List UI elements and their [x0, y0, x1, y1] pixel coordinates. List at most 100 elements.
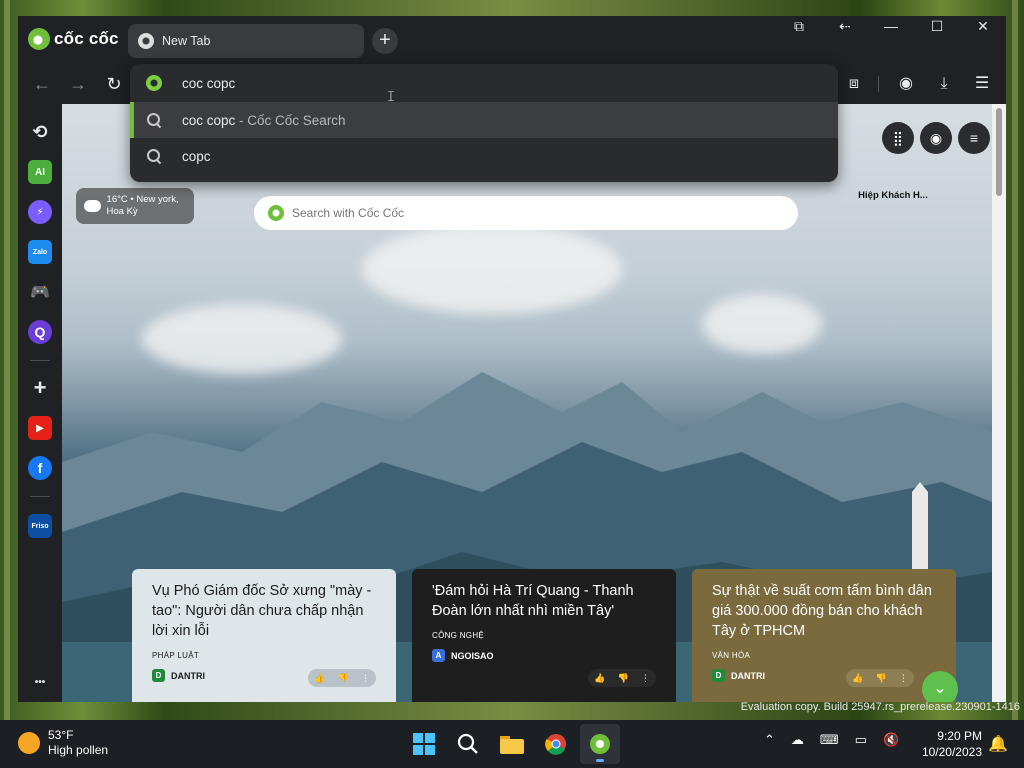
display-icon[interactable]: ▭	[855, 732, 867, 748]
taskbar-clock[interactable]: 9:20 PM 10/20/2023	[906, 728, 982, 760]
like-icon[interactable]: 👍	[594, 673, 605, 684]
news-card-title[interactable]: Sự thật về suất cơm tấm bình dân giá 300…	[712, 581, 936, 641]
address-bar-input[interactable]	[182, 75, 782, 91]
volume-muted-icon[interactable]: 🔇	[883, 732, 899, 748]
maximize-button[interactable]: ☐	[914, 16, 960, 36]
omnibox-suggestion[interactable]: copc	[130, 138, 838, 174]
chrome-button[interactable]	[536, 724, 576, 764]
desktop-wallpaper	[4, 0, 10, 720]
news-card-category: CÔNG NGHỆ	[432, 631, 485, 640]
newtab-search-box[interactable]	[254, 196, 798, 230]
title-bar: cốc cốc New Tab + ⧉ ⇠ — ☐ ✕	[18, 16, 1006, 64]
chevron-up-icon[interactable]: ⌃	[764, 732, 775, 748]
youtube-icon[interactable]: ▶	[28, 416, 52, 440]
coccoc-search-icon	[268, 205, 284, 221]
news-card[interactable]: Sự thật về suất cơm tấm bình dân giá 300…	[692, 569, 956, 702]
text-cursor-icon: 𝙸	[386, 88, 396, 104]
like-icon[interactable]: 👍	[852, 673, 863, 684]
search-icon	[146, 148, 162, 164]
dislike-icon[interactable]: 👎	[618, 673, 629, 684]
ngoisao-icon: A	[432, 649, 445, 662]
start-button[interactable]	[404, 724, 444, 764]
q-app-icon[interactable]: Q	[28, 320, 52, 344]
messenger-icon[interactable]: ⚡	[28, 200, 52, 224]
news-card-category: VĂN HÓA	[712, 651, 751, 660]
onedrive-icon[interactable]: ☁	[791, 732, 804, 748]
profile-label[interactable]: Hiệp Khách H...	[838, 190, 948, 201]
reload-button[interactable]: ↻	[100, 72, 128, 96]
logo-text: cốc cốc	[54, 29, 119, 48]
apps-grid-icon[interactable]: ⣿	[882, 122, 914, 154]
news-card-title[interactable]: Vụ Phó Giám đốc Sở xưng "mày - tao": Ngư…	[152, 581, 376, 641]
news-source-name: NGOISAO	[451, 650, 494, 661]
news-card-source: A NGOISAO	[432, 649, 656, 662]
kebab-menu-icon[interactable]: ⋮	[899, 673, 908, 684]
news-card[interactable]: 'Đám hỏi Hà Trí Quang - Thanh Đoàn lớn n…	[412, 569, 676, 702]
games-icon[interactable]: 🎮	[28, 280, 52, 304]
kebab-menu-icon[interactable]: ⋮	[641, 673, 650, 684]
like-icon[interactable]: 👍	[314, 673, 325, 684]
coccoc-taskbar-button[interactable]	[580, 724, 620, 764]
sidebar: ⟲ AI ⚡ Zalo 🎮 Q + ▶ f Friso •••	[18, 104, 62, 702]
zalo-icon[interactable]: Zalo	[28, 240, 52, 264]
account-icon[interactable]: ◉	[920, 122, 952, 154]
system-tray: ⌃ ☁ ⌨ ▭ 🔇	[764, 732, 899, 748]
omnibox-dropdown: 𝙸 coc copc - Cốc Cốc Search copc	[130, 64, 838, 182]
close-button[interactable]: ✕	[960, 16, 1006, 36]
coccoc-logo[interactable]: cốc cốc	[28, 28, 119, 50]
more-icon[interactable]: •••	[28, 670, 52, 694]
screenshot-icon[interactable]: ⧉	[776, 16, 822, 36]
news-source-name: DANTRI	[171, 670, 205, 681]
clock-time: 9:20 PM	[937, 729, 982, 743]
coccoc-omnibox-icon	[146, 75, 162, 91]
dislike-icon[interactable]: 👎	[876, 673, 887, 684]
profile-icon[interactable]: ◉	[892, 72, 920, 96]
scroll-down-button[interactable]: ⌄	[922, 671, 958, 702]
page-scrollbar[interactable]	[992, 104, 1006, 702]
weather-text: 16°C • New york, Hoa Kỳ	[106, 194, 179, 217]
back-in-time-icon[interactable]: ⇠	[822, 16, 868, 36]
back-button[interactable]: ←	[28, 72, 56, 96]
taskbar-weather-desc: High pollen	[48, 743, 109, 757]
search-icon	[146, 112, 162, 128]
news-card-actions: 👍 👎 ⋮	[588, 669, 656, 687]
news-card-actions: 👍 👎 ⋮	[308, 669, 376, 687]
keyboard-icon[interactable]: ⌨	[820, 732, 839, 748]
facebook-icon[interactable]: f	[28, 456, 52, 480]
file-explorer-button[interactable]	[492, 724, 532, 764]
kebab-menu-icon[interactable]: ⋮	[361, 673, 370, 684]
clock-date: 10/20/2023	[921, 745, 982, 759]
ai-icon[interactable]: AI	[28, 160, 52, 184]
sidebar-divider	[30, 496, 50, 497]
weather-widget[interactable]: 16°C • New york, Hoa Kỳ	[76, 188, 194, 224]
history-icon[interactable]: ⟲	[28, 120, 52, 144]
forward-button[interactable]: →	[64, 72, 92, 96]
omnibox-suggestion[interactable]: coc copc - Cốc Cốc Search	[130, 102, 838, 138]
tab-title: New Tab	[162, 34, 211, 48]
taskbar-search-button[interactable]	[448, 724, 488, 764]
suggestion-suffix: - Cốc Cốc Search	[235, 112, 346, 128]
tab-new-tab[interactable]: New Tab	[128, 24, 364, 58]
new-tab-button[interactable]: +	[372, 28, 398, 54]
newtab-search-input[interactable]	[292, 206, 752, 220]
new-tab-page: 16°C • New york, Hoa Kỳ ⣿ ◉ ≡ Hiệp Khách…	[62, 104, 992, 702]
coccoc-logo-icon	[28, 28, 50, 50]
taskbar-weather[interactable]: 53°F High pollen	[18, 728, 108, 758]
evaluation-watermark: Evaluation copy. Build 25947.rs_prerelea…	[740, 701, 1020, 713]
scrollbar-thumb[interactable]	[996, 108, 1002, 196]
extensions-icon[interactable]: ⧈	[840, 72, 868, 96]
notification-bell-icon[interactable]: 🔔	[988, 734, 1008, 754]
news-card[interactable]: Vụ Phó Giám đốc Sở xưng "mày - tao": Ngư…	[132, 569, 396, 702]
menu-icon[interactable]: ☰	[968, 72, 996, 96]
friso-icon[interactable]: Friso	[28, 514, 52, 538]
newtab-top-buttons: ⣿ ◉ ≡	[882, 122, 990, 154]
add-app-icon[interactable]: +	[28, 375, 52, 400]
news-card-title[interactable]: 'Đám hỏi Hà Trí Quang - Thanh Đoàn lớn n…	[432, 581, 656, 621]
dislike-icon[interactable]: 👎	[338, 673, 349, 684]
settings-sliders-icon[interactable]: ≡	[958, 122, 990, 154]
download-icon[interactable]: ⤓	[930, 72, 958, 96]
minimize-button[interactable]: —	[868, 16, 914, 36]
weather-sun-icon	[18, 732, 40, 754]
folder-icon	[500, 736, 524, 754]
taskbar-apps	[404, 724, 620, 764]
